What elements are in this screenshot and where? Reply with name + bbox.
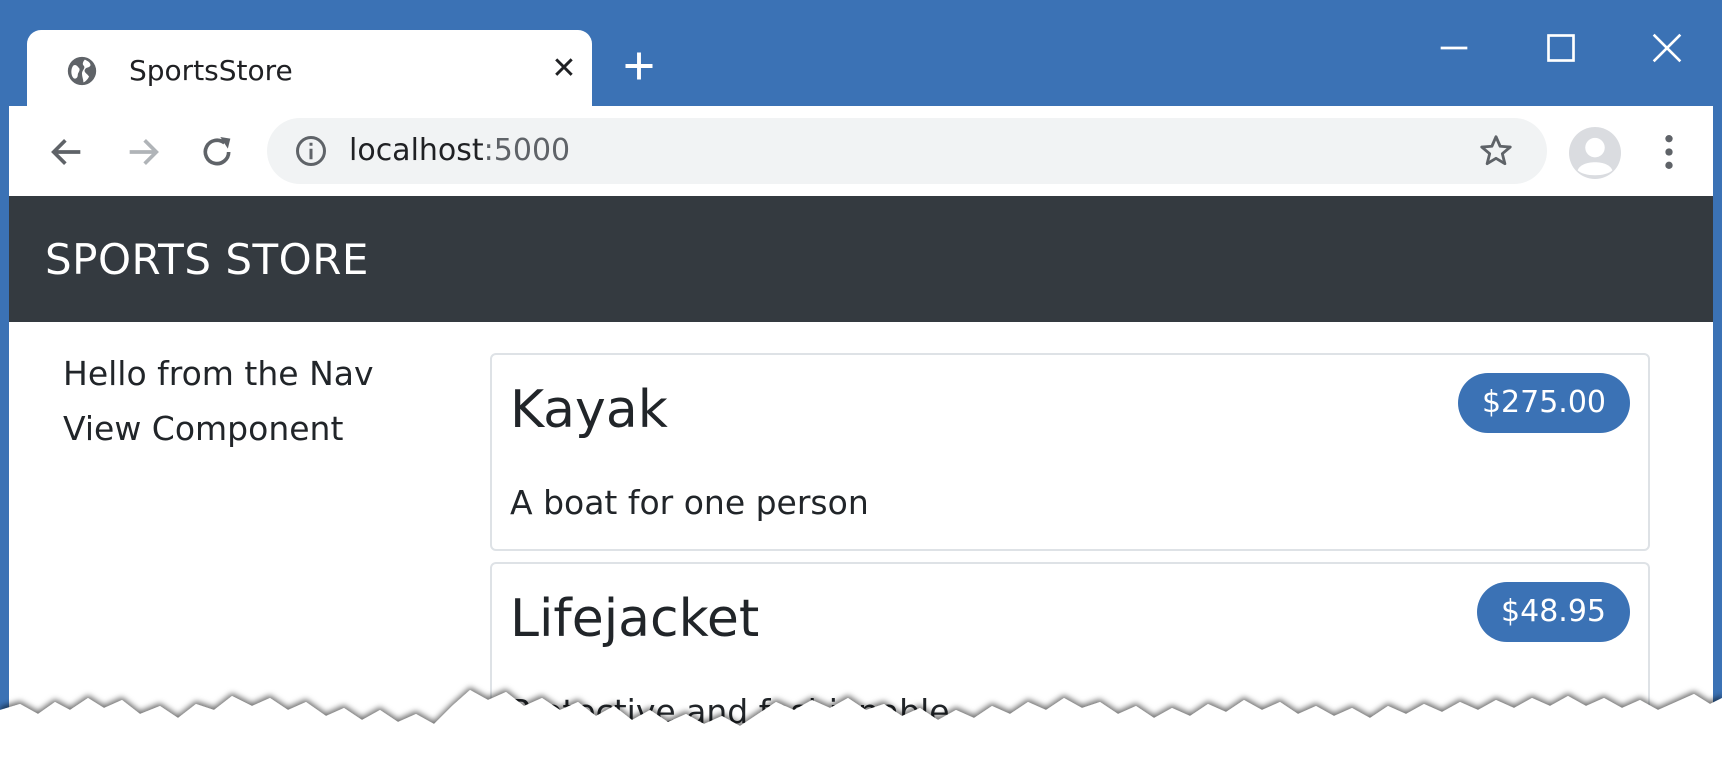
tab-close-button[interactable]: ✕	[549, 54, 579, 84]
url-host: localhost	[349, 133, 484, 168]
browser-window: SportsStore ✕ localhost:5000 SPORTS STOR…	[0, 0, 1722, 766]
product-name: Kayak	[510, 380, 668, 440]
back-button[interactable]	[47, 132, 87, 172]
title-bar: SportsStore ✕	[9, 4, 1713, 106]
tab-title: SportsStore	[129, 54, 293, 87]
avatar-icon[interactable]	[1569, 127, 1621, 179]
minimize-button[interactable]	[1434, 28, 1474, 68]
product-description: A boat for one person	[510, 483, 869, 522]
kebab-menu-icon[interactable]	[1659, 132, 1679, 172]
torn-paper-edge	[0, 690, 1722, 766]
nav-view-component-text: Hello from the Nav View Component	[63, 354, 374, 448]
browser-toolbar: localhost:5000	[9, 106, 1713, 196]
address-bar[interactable]: localhost:5000	[267, 118, 1547, 184]
url-port: :5000	[483, 133, 571, 168]
info-icon[interactable]	[293, 133, 329, 169]
price-badge: $275.00	[1457, 373, 1630, 433]
globe-icon	[67, 56, 97, 86]
price-badge: $48.95	[1477, 582, 1630, 642]
forward-button[interactable]	[123, 132, 163, 172]
star-icon[interactable]	[1477, 132, 1515, 170]
url-text[interactable]: localhost:5000	[349, 134, 570, 168]
navbar: SPORTS STORE	[9, 196, 1713, 322]
product-name: Lifejacket	[510, 589, 760, 649]
window-close-button[interactable]	[1647, 28, 1687, 68]
new-tab-button[interactable]	[621, 48, 657, 84]
brand-title[interactable]: SPORTS STORE	[45, 236, 369, 284]
tab-sportsstore[interactable]: SportsStore ✕	[27, 30, 592, 106]
maximize-button[interactable]	[1541, 28, 1581, 68]
reload-button[interactable]	[197, 132, 237, 172]
product-card: Kayak $275.00 A boat for one person	[490, 353, 1650, 551]
